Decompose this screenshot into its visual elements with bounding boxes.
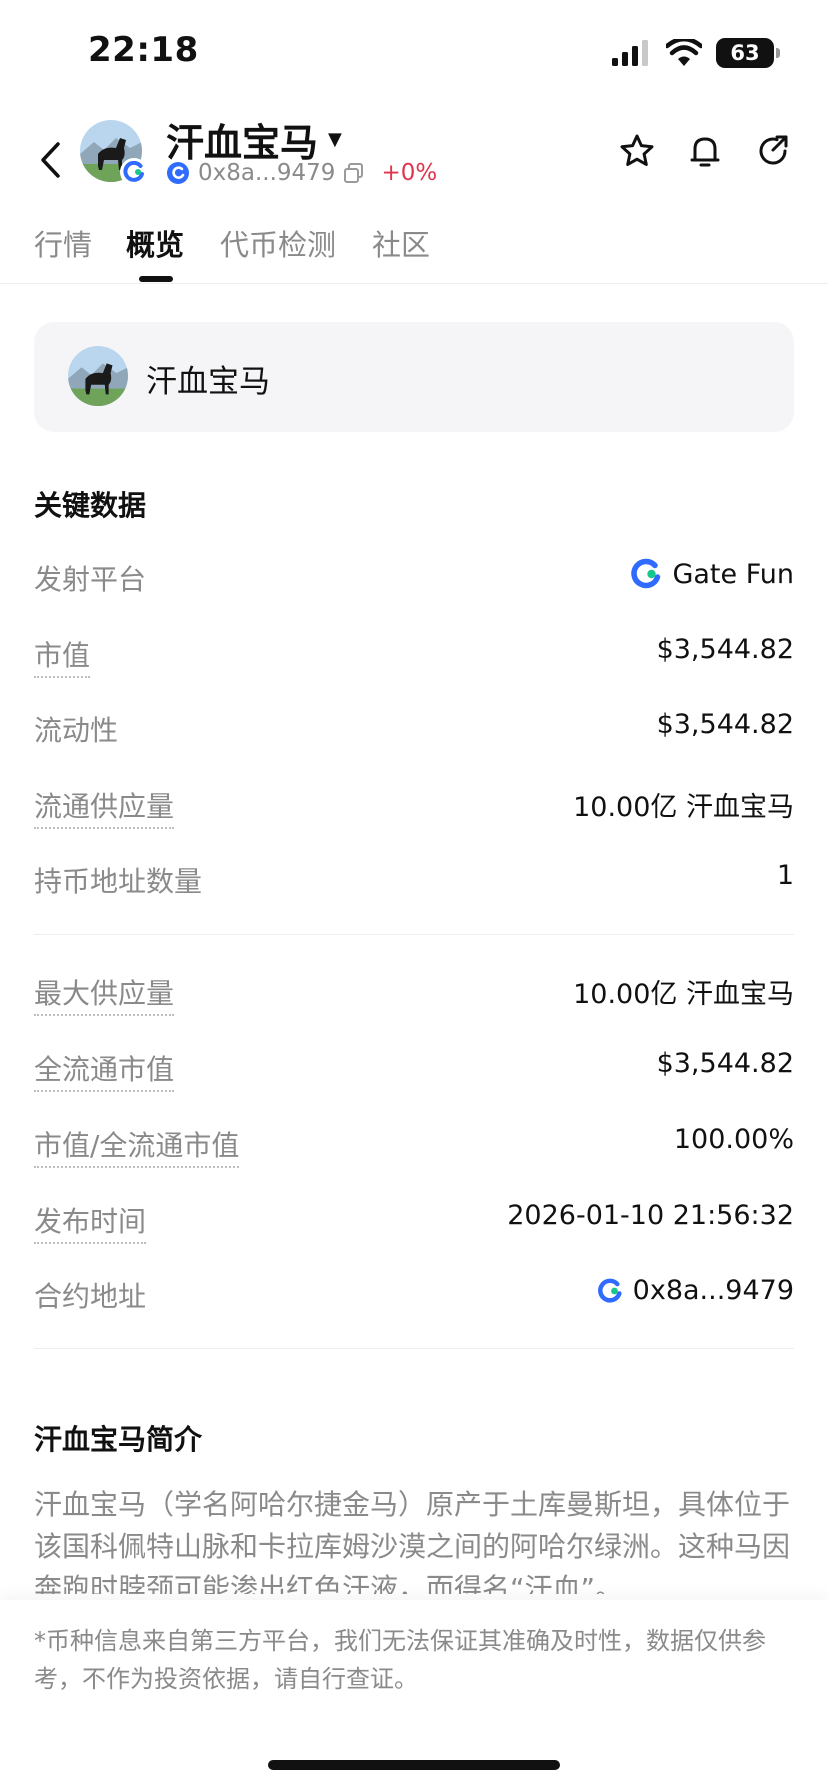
row-label[interactable]: 流通供应量 <box>34 785 175 829</box>
token-subtitle: 0x8a...9479 +0% <box>166 160 437 186</box>
signal-icon <box>612 40 648 66</box>
share-icon <box>759 135 788 165</box>
row-value: 10.00亿 汗血宝马 <box>573 979 794 1010</box>
row-label: 发射平台 <box>34 563 147 596</box>
divider <box>34 1348 794 1349</box>
row-value: $3,544.82 <box>656 709 794 740</box>
alert-button[interactable] <box>686 132 724 170</box>
row-label[interactable]: 全流通市值 <box>34 1048 175 1092</box>
gate-fun-badge-icon <box>120 158 148 186</box>
star-icon <box>620 134 654 166</box>
row-market-cap: 市值 $3,544.82 <box>34 628 794 678</box>
row-value: $3,544.82 <box>656 634 794 665</box>
tab-bar: 行情 概览 代币检测 社区 <box>0 210 828 284</box>
row-fdv: 全流通市值 $3,544.82 <box>34 1042 794 1092</box>
price-change: +0% <box>381 160 438 186</box>
intro-text: 汗血宝马（学名阿哈尔捷金马）原产于土库曼斯坦，具体位于该国科佩特山脉和卡拉库姆沙… <box>34 1488 791 1594</box>
row-value: $3,544.82 <box>656 1048 794 1079</box>
row-value: 2026-01-10 21:56:32 <box>507 1200 794 1231</box>
status-time: 22:18 <box>88 30 199 70</box>
divider <box>34 934 794 935</box>
row-value: 100.00% <box>673 1124 794 1155</box>
key-data-title: 关键数据 <box>34 489 147 522</box>
token-card-avatar <box>68 346 128 406</box>
token-card-name: 汗血宝马 <box>146 364 270 400</box>
header: 汗血宝马 ▼ 0x8a...9479 +0% <box>0 110 828 210</box>
token-title[interactable]: 汗血宝马 ▼ <box>166 112 342 167</box>
row-circulating-supply: 流通供应量 10.00亿 汗血宝马 <box>34 779 794 829</box>
battery-icon: 63 <box>716 38 780 68</box>
row-launch-time: 发布时间 2026-01-10 21:56:32 <box>34 1194 794 1244</box>
token-title-text: 汗血宝马 <box>166 121 319 165</box>
row-max-supply: 最大供应量 10.00亿 汗血宝马 <box>34 966 794 1016</box>
row-label[interactable]: 最大供应量 <box>34 972 175 1016</box>
home-indicator[interactable] <box>268 1760 560 1770</box>
tab-community[interactable]: 社区 <box>372 222 430 264</box>
disclaimer-text: *币种信息来自第三方平台，我们无法保证其准确及时性，数据仅供参考，不作为投资依据… <box>34 1627 766 1693</box>
token-address: 0x8a...9479 <box>198 160 336 186</box>
chevron-left-icon <box>41 142 60 178</box>
gate-fun-icon <box>631 558 661 589</box>
bell-icon <box>690 137 720 167</box>
chain-icon <box>167 162 189 184</box>
status-icons: 63 <box>612 38 780 68</box>
row-value: 10.00亿 汗血宝马 <box>573 792 794 823</box>
share-button[interactable] <box>754 132 792 170</box>
row-label[interactable]: 市值 <box>34 634 91 678</box>
header-actions <box>618 132 792 170</box>
row-label: 流动性 <box>34 714 119 747</box>
row-label: 合约地址 <box>34 1280 147 1313</box>
token-card: 汗血宝马 <box>34 322 794 432</box>
contract-address-value[interactable]: 0x8a...9479 <box>597 1275 794 1306</box>
intro-title: 汗血宝马简介 <box>34 1423 203 1456</box>
tab-overview[interactable]: 概览 <box>126 222 184 264</box>
caret-down-icon: ▼ <box>328 129 342 150</box>
row-value: 1 <box>776 860 794 891</box>
gate-fun-icon <box>597 1278 622 1303</box>
back-button[interactable] <box>30 130 70 190</box>
row-value: Gate Fun <box>630 558 794 590</box>
row-mc-fdv-ratio: 市值/全流通市值 100.00% <box>34 1118 794 1168</box>
copy-icon[interactable] <box>343 162 365 184</box>
tab-token-check[interactable]: 代币检测 <box>220 222 336 264</box>
wifi-icon <box>666 39 702 66</box>
row-contract-address: 合约地址 0x8a...9479 <box>34 1269 794 1319</box>
status-bar: 22:18 63 <box>0 0 828 110</box>
disclaimer-bar: *币种信息来自第三方平台，我们无法保证其准确及时性，数据仅供参考，不作为投资依据… <box>0 1600 828 1792</box>
row-label: 持币地址数量 <box>34 865 203 898</box>
horse-image-icon <box>68 346 128 406</box>
row-launch-platform: 发射平台 Gate Fun <box>34 552 794 602</box>
tab-market[interactable]: 行情 <box>34 222 92 264</box>
row-label[interactable]: 发布时间 <box>34 1200 147 1244</box>
row-liquidity: 流动性 $3,544.82 <box>34 703 794 753</box>
tab-indicator <box>139 276 173 282</box>
row-holder-count: 持币地址数量 1 <box>34 854 794 904</box>
row-label[interactable]: 市值/全流通市值 <box>34 1124 240 1168</box>
favorite-button[interactable] <box>618 132 656 170</box>
